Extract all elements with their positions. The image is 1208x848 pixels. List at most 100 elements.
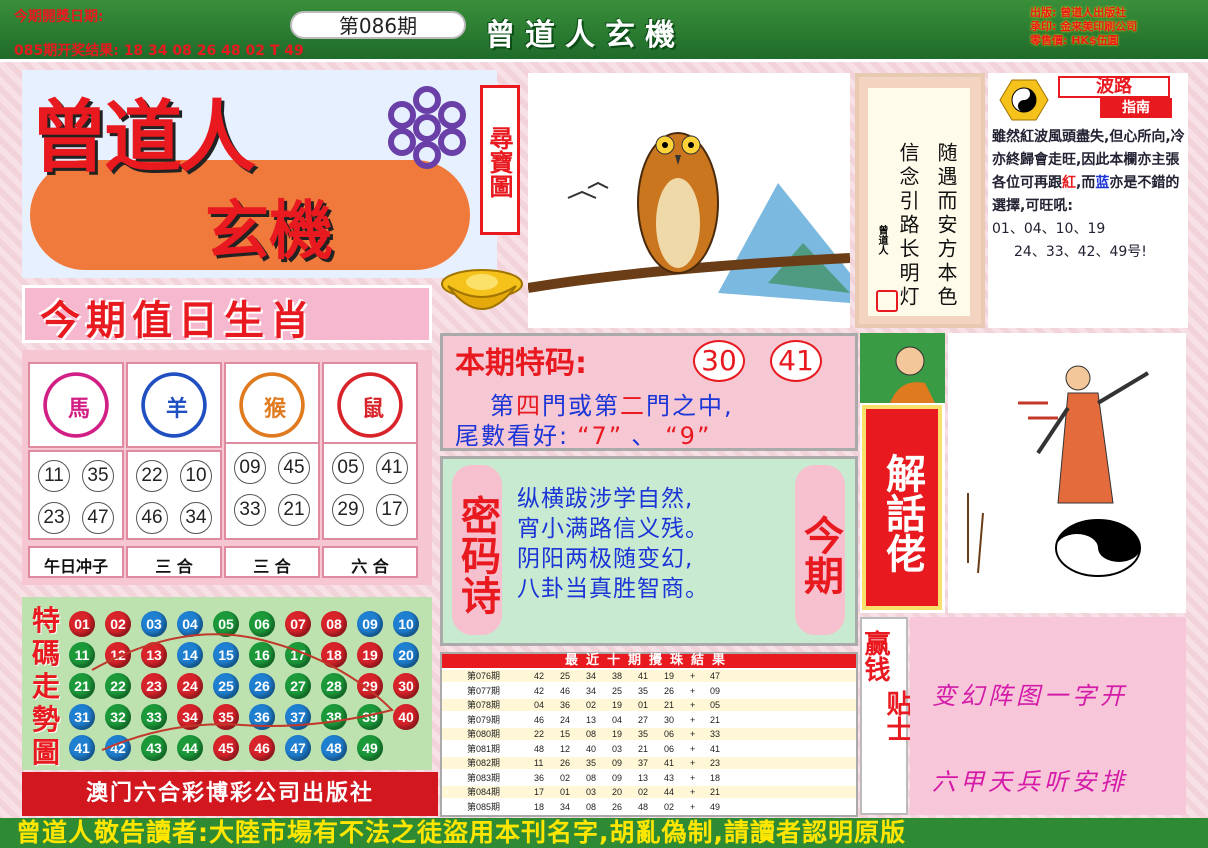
special-tail-1: “7”	[577, 422, 624, 450]
results-number: +	[690, 772, 696, 783]
results-number: 09	[710, 685, 721, 696]
zodiac-relation-label: 三 合	[224, 546, 320, 578]
results-number: 42	[534, 671, 545, 681]
results-number: 21	[710, 714, 721, 725]
zodiac-relation-text: 三 合	[253, 557, 291, 576]
results-number: 36	[560, 700, 571, 710]
gold-ingot-icon	[441, 269, 523, 310]
results-number: 19	[664, 671, 675, 681]
special-number-2: 41	[770, 340, 822, 382]
zodiac-number-ball: 23	[38, 502, 70, 534]
results-number: 40	[586, 743, 597, 754]
results-number: 15	[560, 729, 571, 739]
results-number: 35	[586, 758, 597, 768]
treasure-map-seal: 尋寶圖	[480, 85, 520, 235]
results-number: 22	[534, 729, 545, 739]
results-number: 18	[710, 772, 721, 783]
special-sep: 、	[631, 422, 658, 450]
results-number: 08	[586, 772, 597, 783]
price-line: 零售價: HK$伍圓	[1030, 34, 1119, 47]
bottom-notice: 曾道人敬告讀者:大陸市場有不法之徒盜用本刊名字,胡亂偽制,請讀者認明原版	[0, 818, 1208, 848]
results-number: 34	[586, 685, 597, 696]
results-number: 36	[534, 772, 545, 783]
wave-guide-text: 雖然紅波風頭盡失,但心所向,冷亦終歸會走旺,因此本欄亦主張各位可再跟紅,而蓝亦是…	[992, 126, 1187, 264]
publisher-line: 出版: 曾道人出版社	[1030, 6, 1127, 19]
results-issue: 第084期	[467, 787, 501, 797]
zodiac-number-ball: 45	[278, 452, 310, 484]
special-number-1: 30	[693, 340, 745, 382]
results-issue: 第079期	[467, 714, 501, 725]
results-number: 24	[560, 714, 571, 725]
issue-number: 第086期	[290, 11, 466, 39]
results-number: +	[690, 700, 696, 710]
results-number: 08	[586, 801, 597, 812]
results-row: 第080期 22 15 08 19 35 06 +33	[442, 728, 856, 740]
results-issue: 第076期	[467, 671, 501, 681]
results-number: 09	[612, 758, 623, 768]
results-number: 09	[612, 772, 623, 783]
results-number: 25	[612, 685, 623, 696]
results-number: 04	[534, 700, 545, 710]
owl-illustration	[527, 73, 851, 328]
printer-line: 承印: 金来美印刷公司	[1030, 20, 1138, 33]
poem-signature: 曾道人	[876, 225, 887, 255]
results-issue: 第083期	[467, 772, 501, 783]
tips-line-1: 变幻阵图一字开	[932, 682, 1128, 710]
results-number: 48	[638, 801, 649, 812]
trend-label: 特碼走勢圖	[31, 604, 60, 769]
special-tail-2: “9”	[665, 422, 712, 450]
results-number: 02	[560, 772, 571, 783]
results-row: 第078期 04 36 02 19 01 21 +05	[442, 699, 856, 711]
results-number: 04	[612, 714, 623, 725]
zodiac-animal-icon: 鼠	[332, 369, 408, 441]
zodiac-animal-tag: 鼠	[362, 397, 385, 422]
code-poem-line: 纵横跋涉学自然,	[517, 486, 694, 512]
results-number: 12	[560, 743, 571, 754]
zodiac-relation-label: 六 合	[322, 546, 418, 578]
zodiac-image-cell: 鼠	[322, 362, 418, 448]
results-number: 41	[638, 671, 649, 681]
results-number: 44	[664, 787, 675, 797]
red-stamp-icon	[876, 290, 898, 312]
code-poem-right-tag: 今期	[795, 465, 845, 635]
results-number: 06	[664, 729, 675, 739]
results-number: 01	[638, 700, 649, 710]
results-number: 21	[710, 787, 721, 797]
zodiac-grid: 馬 11 35 23 47 午日冲子 羊 22 10 46 34 三 合 猴 09 45 33 21 三 合 鼠 05…	[22, 350, 432, 585]
results-number: 02	[586, 700, 597, 710]
results-issue: 第081期	[467, 743, 501, 754]
results-number: 49	[710, 801, 721, 812]
results-number: +	[690, 787, 696, 797]
results-number: 30	[664, 714, 675, 725]
wave-numbers-2: 24、33、42、49号!	[1014, 244, 1147, 260]
zodiac-image-cell: 羊	[126, 362, 222, 448]
wave-guide-title: 波路	[1058, 76, 1170, 98]
results-number: 35	[638, 685, 649, 696]
zodiac-number-ball: 05	[332, 452, 364, 484]
results-number: +	[690, 714, 696, 725]
zodiac-number-cell: 11 35 23 47	[28, 450, 124, 540]
results-number: 03	[612, 743, 623, 754]
results-number: 20	[612, 787, 623, 797]
zodiac-number-ball: 09	[234, 452, 266, 484]
rings-icon	[388, 86, 466, 169]
results-number: 21	[638, 743, 649, 754]
results-number: 26	[560, 758, 571, 768]
zodiac-number-cell: 22 10 46 34	[126, 450, 222, 540]
zodiac-number-ball: 22	[136, 460, 168, 492]
results-number: 19	[612, 729, 623, 739]
zodiac-image-cell: 猴	[224, 362, 320, 448]
masthead-title: 曾道人玄機	[485, 18, 685, 53]
poem-line-left: 信念引路长明灯	[896, 142, 920, 310]
zodiac-number-ball: 11	[38, 460, 70, 492]
wave-and-word: ,而	[1076, 175, 1096, 191]
results-number: 02	[664, 801, 675, 812]
results-number: 42	[534, 685, 545, 696]
taiji-icon	[999, 79, 1049, 121]
special-title: 本期特码:	[455, 346, 587, 381]
zodiac-relation-text: 三 合	[155, 557, 193, 576]
results-title: 最近十期攪珠結果	[442, 654, 856, 668]
results-number: 01	[560, 787, 571, 797]
results-number: 48	[534, 743, 545, 754]
publisher-footer: 澳门六合彩博彩公司出版社	[22, 772, 438, 816]
